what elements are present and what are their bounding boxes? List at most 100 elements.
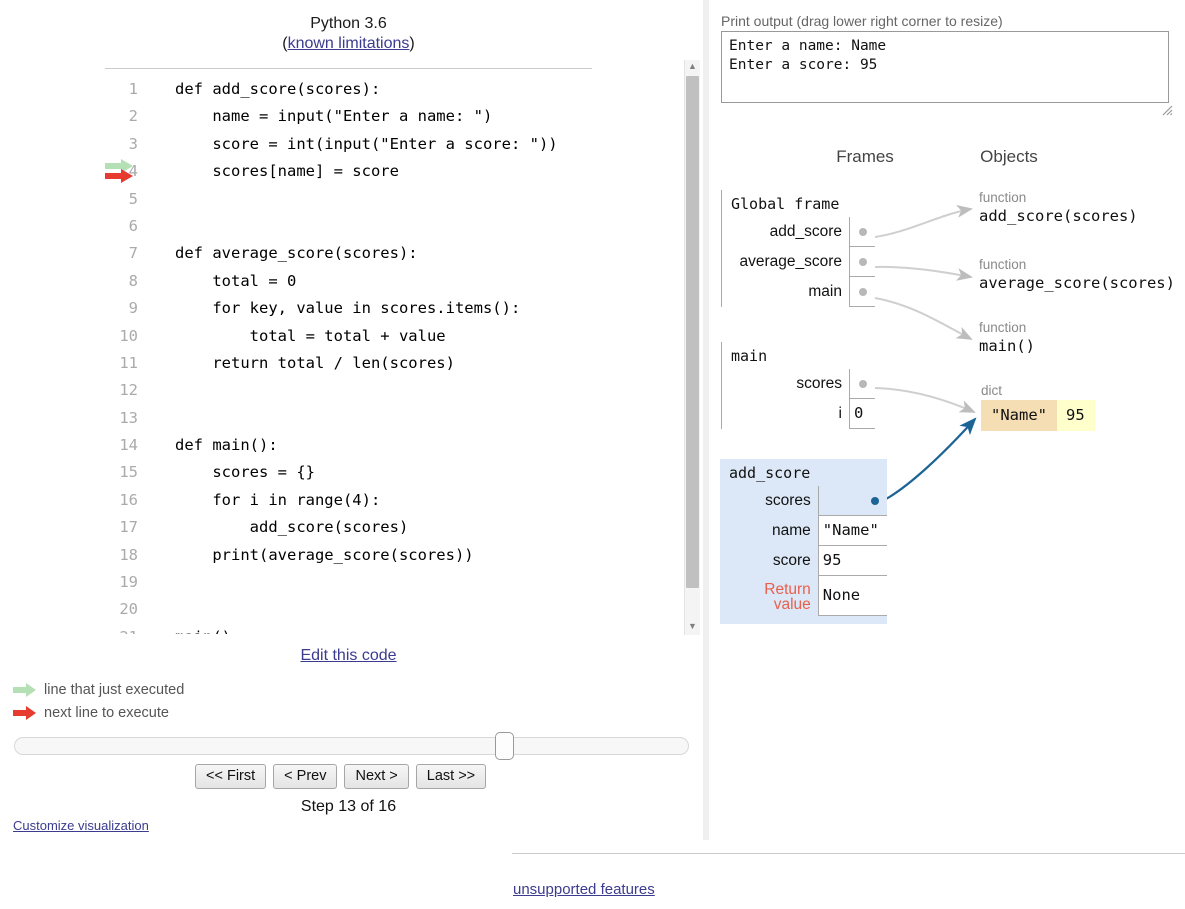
code-line-number: 7 xyxy=(128,244,138,263)
code-line-text: total = total + value xyxy=(175,326,446,345)
execution-pointer-arrows xyxy=(103,158,143,198)
code-line-number: 12 xyxy=(119,381,138,400)
print-output-label: Print output (drag lower right corner to… xyxy=(721,13,1003,29)
dict-key-cell: "Name" xyxy=(981,400,1057,431)
return-value-label: Return value xyxy=(764,580,811,613)
var-name: i xyxy=(838,405,842,422)
var-value xyxy=(849,217,875,247)
code-line: 21 main() xyxy=(105,624,675,634)
code-line: 3 score = int(input("Enter a score: ")) xyxy=(105,131,675,158)
code-line-number: 20 xyxy=(119,600,138,619)
var-value xyxy=(849,247,875,277)
edit-this-code-link[interactable]: Edit this code xyxy=(300,647,396,664)
code-line-text: scores[name] = score xyxy=(175,162,399,181)
code-line-number: 10 xyxy=(119,326,138,345)
step-slider-track[interactable] xyxy=(14,737,689,755)
edit-code-container: Edit this code xyxy=(105,647,592,665)
code-line-text: def average_score(scores): xyxy=(175,244,418,263)
code-line-number: 11 xyxy=(119,353,138,372)
frame-var-row: average_score xyxy=(722,247,875,277)
code-line-number: 17 xyxy=(119,518,138,537)
var-value: 95 xyxy=(817,546,887,576)
code-line: 20 xyxy=(105,596,675,623)
frame-add-score: add_score scores name "Name" score 95 Re… xyxy=(720,459,887,624)
legend-row-next-line: next line to execute xyxy=(12,701,184,724)
code-line: 8 total = 0 xyxy=(105,268,675,295)
object-name-label: main() xyxy=(979,337,1035,355)
var-value xyxy=(849,369,875,399)
code-scrollbar[interactable]: ▲ ▼ xyxy=(684,60,700,635)
code-line: 7 def average_score(scores): xyxy=(105,240,675,267)
code-line-text: main() xyxy=(175,624,231,634)
frame-var-row: scores xyxy=(722,369,875,399)
known-limitations-link[interactable]: known limitations xyxy=(288,35,410,52)
code-line-number: 19 xyxy=(119,573,138,592)
print-output-box: Enter a name: Name Enter a score: 95 xyxy=(721,31,1169,103)
legend-label-just-executed: line that just executed xyxy=(44,681,185,698)
resize-handle-icon[interactable] xyxy=(1161,104,1173,116)
pointer-dot-icon xyxy=(870,496,879,505)
frame-return-row: Return value None xyxy=(720,576,887,616)
frame-var-row: score 95 xyxy=(720,546,887,576)
known-limitations-line: (known limitations) xyxy=(282,35,415,53)
customize-visualization-link[interactable]: Customize visualization xyxy=(13,818,149,833)
code-line-number: 13 xyxy=(119,408,138,427)
scrollbar-thumb[interactable] xyxy=(686,76,699,588)
code-line-text: name = input("Enter a name: ") xyxy=(175,107,493,126)
code-line-text: def main(): xyxy=(175,436,278,455)
next-button[interactable]: Next > xyxy=(344,764,409,789)
pointer-connectors xyxy=(874,204,977,506)
object-function-average-score: function average_score(scores) xyxy=(979,257,1175,294)
var-value xyxy=(817,486,887,516)
frame-title: add_score xyxy=(729,464,811,482)
code-line-number: 3 xyxy=(128,134,138,153)
code-line-text: score = int(input("Enter a score: ")) xyxy=(175,134,558,153)
object-name-label: add_score(scores) xyxy=(979,207,1138,225)
frame-title: Global frame xyxy=(731,195,840,213)
code-line: 19 xyxy=(105,569,675,596)
code-line-text: def add_score(scores): xyxy=(175,80,381,98)
footer-divider xyxy=(512,853,1185,854)
prev-button[interactable]: < Prev xyxy=(273,764,338,789)
code-line: 9 for key, value in scores.items(): xyxy=(105,295,675,322)
just-executed-arrow-icon xyxy=(13,682,36,697)
code-panel: Python 3.6 (known limitations) 1 def add_… xyxy=(0,0,700,909)
python-version-label: Python 3.6 xyxy=(310,15,387,32)
code-line-number: 9 xyxy=(128,299,138,318)
code-line-text: print(average_score(scores)) xyxy=(175,545,474,564)
scroll-up-arrow-icon[interactable]: ▲ xyxy=(685,60,700,75)
code-line-text: total = 0 xyxy=(175,271,297,290)
var-name: scores xyxy=(765,492,811,509)
var-name: average_score xyxy=(739,253,842,270)
object-type-label: function xyxy=(979,257,1027,272)
frame-main: main scores i 0 xyxy=(721,342,875,429)
dict-value-cell: 95 xyxy=(1057,400,1095,431)
var-name: name xyxy=(772,522,811,539)
code-line-number: 1 xyxy=(128,80,138,98)
code-line: 15 scores = {} xyxy=(105,459,675,486)
code-line-number: 16 xyxy=(119,490,138,509)
code-line-number: 21 xyxy=(105,624,138,634)
code-line-text: return total / len(scores) xyxy=(175,353,455,372)
code-line: 14 def main(): xyxy=(105,432,675,459)
last-button[interactable]: Last >> xyxy=(415,764,487,789)
legend-row-just-executed: line that just executed xyxy=(12,678,184,701)
frame-var-row: i 0 xyxy=(722,399,875,429)
frame-var-row: scores xyxy=(720,486,887,516)
frame-var-row: add_score xyxy=(722,217,875,247)
return-value: None xyxy=(817,576,887,616)
step-slider-thumb[interactable] xyxy=(495,732,514,760)
frame-var-row: main xyxy=(722,277,875,307)
scroll-down-arrow-icon[interactable]: ▼ xyxy=(685,620,700,635)
just-executed-arrow-icon xyxy=(105,159,133,173)
frames-column-header: Frames xyxy=(836,147,894,166)
object-function-add-score: function add_score(scores) xyxy=(979,190,1138,227)
var-value: "Name" xyxy=(817,516,887,546)
code-line: 18 print(average_score(scores)) xyxy=(105,542,675,569)
unsupported-features-link[interactable]: unsupported features xyxy=(513,881,655,898)
first-button[interactable]: << First xyxy=(195,764,267,789)
pointer-dot-icon xyxy=(859,287,867,296)
code-line: 10 total = total + value xyxy=(105,323,675,350)
code-line: 16 for i in range(4): xyxy=(105,487,675,514)
code-line: 17 add_score(scores) xyxy=(105,514,675,541)
